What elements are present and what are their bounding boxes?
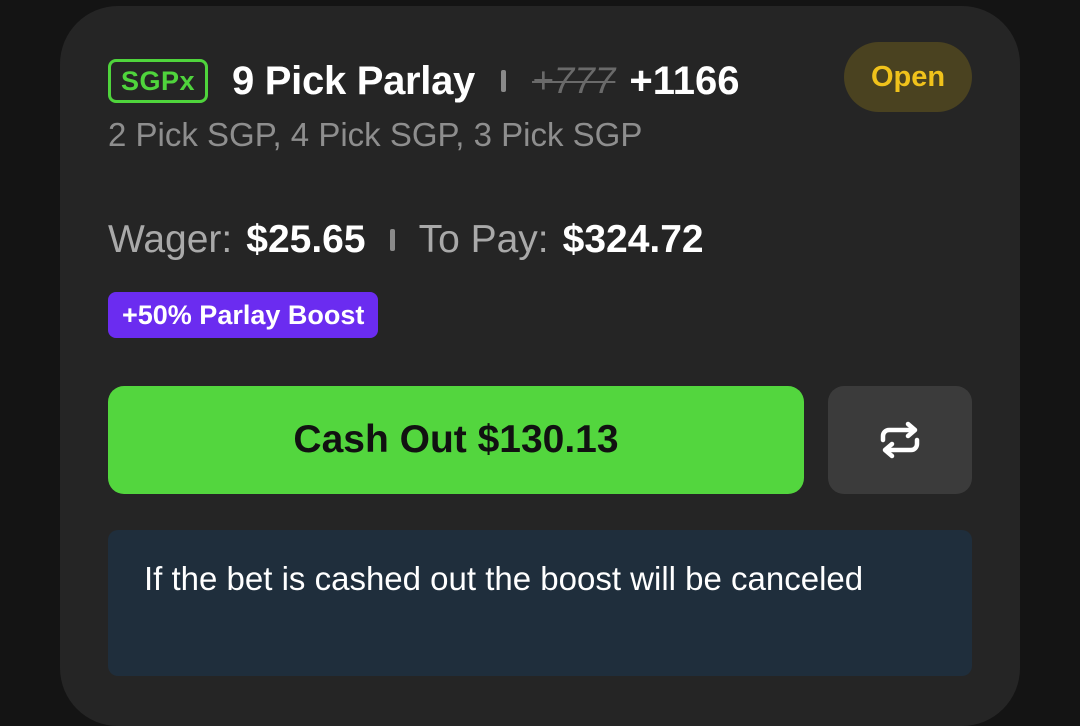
legs-summary: 2 Pick SGP, 4 Pick SGP, 3 Pick SGP: [108, 116, 643, 153]
swap-button[interactable]: [828, 386, 972, 494]
boosted-odds: +1166: [629, 58, 740, 103]
amounts-row: Wager: $25.65 To Pay: $324.72: [108, 212, 704, 268]
sgpx-badge: SGPx: [108, 59, 209, 103]
separator: [501, 70, 507, 92]
to-pay-value: $324.72: [562, 218, 704, 261]
original-odds: +777: [532, 60, 616, 101]
bet-title: 9 Pick Parlay: [232, 58, 476, 103]
info-message: If the bet is cashed out the boost will …: [144, 560, 864, 597]
repeat-icon: [880, 421, 920, 459]
parlay-boost-badge: +50% Parlay Boost: [108, 292, 379, 338]
status-badge: Open: [844, 42, 972, 112]
cash-out-button[interactable]: Cash Out $130.13: [108, 386, 804, 494]
to-pay-label: To Pay:: [418, 218, 549, 261]
bet-header: SGPx 9 Pick Parlay +777 +1166: [108, 52, 740, 110]
separator: [389, 229, 395, 251]
cashout-info-box: If the bet is cashed out the boost will …: [108, 530, 972, 676]
wager-value: $25.65: [246, 218, 366, 261]
wager-label: Wager:: [108, 218, 233, 261]
